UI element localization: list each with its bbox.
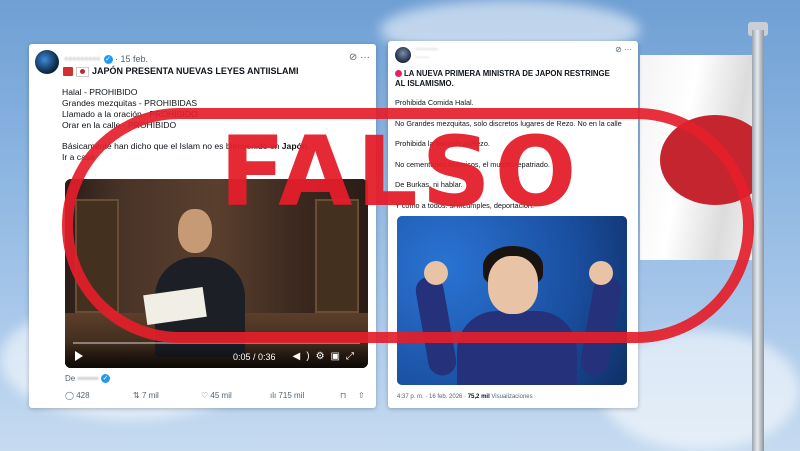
red-circle-icon xyxy=(395,70,402,78)
post-title-text: LA NUEVA PRIMERA MINISTRA DE JAPON RESTR… xyxy=(395,69,610,88)
views-button[interactable]: ılı 715 mil xyxy=(270,391,304,400)
flagpole xyxy=(752,30,764,451)
video-time: 0:05 / 0:36 xyxy=(233,352,276,362)
author-handle[interactable]: ·········· xyxy=(415,46,438,53)
post-title: JAPÓN PRESENTA NUEVAS LEYES ANTIISLAMI xyxy=(63,66,299,77)
view-count: 715 mil xyxy=(278,391,305,400)
from-handle[interactable]: ········ xyxy=(77,374,98,383)
like-button[interactable]: ♡ 45 mil xyxy=(201,391,232,400)
more-icon[interactable]: ··· xyxy=(360,52,370,63)
reply-count: 428 xyxy=(76,391,90,400)
views-label: Visualizaciones xyxy=(489,394,533,400)
verified-icon: ✓ xyxy=(101,374,111,384)
post-line: Halal - PROHIBIDO xyxy=(62,87,138,97)
post-timestamp[interactable]: 4:37 p. m. · 16 feb. 2026 · xyxy=(397,394,468,400)
from-label: De xyxy=(65,374,76,383)
author-handle[interactable]: ········· xyxy=(65,54,101,64)
video-control-icons: ◀)⚙▣⤢ xyxy=(293,351,360,362)
fullscreen-icon[interactable]: ⤢ xyxy=(346,351,360,362)
grok-icon[interactable]: ⊘ xyxy=(349,52,357,63)
japan-flag-icon xyxy=(76,66,89,77)
action-bar: ◯ 428 ⇅ 7 mil ♡ 45 mil ılı 715 mil ⊓ ⇧ xyxy=(65,391,368,405)
post-meta: 4:37 p. m. · 16 feb. 2026 · 75,2 mil Vis… xyxy=(397,394,533,400)
settings-icon[interactable]: ⚙ xyxy=(316,351,331,362)
like-count: 45 mil xyxy=(210,391,232,400)
avatar[interactable] xyxy=(35,50,59,74)
repost-count: 7 mil xyxy=(141,391,159,400)
avatar[interactable] xyxy=(395,47,411,63)
view-count: 75,2 mil xyxy=(467,394,490,400)
reply-button[interactable]: ◯ 428 xyxy=(65,391,90,400)
siren-icon xyxy=(63,67,73,77)
verified-icon: ✓ xyxy=(103,55,113,65)
repost-button[interactable]: ⇅ 7 mil xyxy=(133,391,159,400)
play-icon[interactable] xyxy=(75,351,83,361)
share-icon[interactable]: ⇧ xyxy=(358,391,365,400)
post-date[interactable]: · 15 feb. xyxy=(115,54,148,64)
author-line: ········· ✓ · 15 feb. xyxy=(65,54,148,65)
header-icons: ⊘ ··· xyxy=(349,52,370,63)
header-icons: ⊘ ··· xyxy=(615,45,632,54)
volume-icon[interactable]: ◀) xyxy=(293,351,316,362)
author-username[interactable]: ······· xyxy=(415,55,429,61)
post-title-text: JAPÓN PRESENTA NUEVAS LEYES ANTIISLAMI xyxy=(92,66,299,76)
bookmark-icon[interactable]: ⊓ xyxy=(340,391,346,400)
post-line: Prohibida Comida Halal. xyxy=(395,98,474,107)
pip-icon[interactable]: ▣ xyxy=(331,351,346,362)
false-stamp-text: FALSO xyxy=(219,116,581,228)
post-title: LA NUEVA PRIMERA MINISTRA DE JAPON RESTR… xyxy=(395,69,620,89)
grok-icon[interactable]: ⊘ xyxy=(615,45,622,54)
more-icon[interactable]: ··· xyxy=(624,45,632,54)
from-attribution: De ········ ✓ xyxy=(65,374,111,384)
